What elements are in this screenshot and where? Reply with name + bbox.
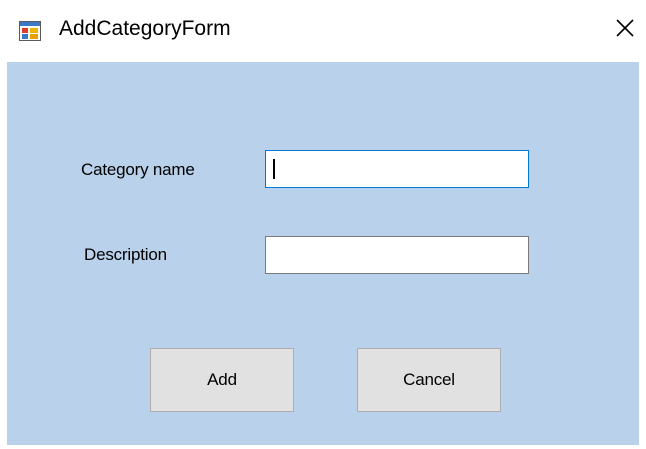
form-client-area: Category name Description Add Cancel xyxy=(7,62,639,445)
cancel-button[interactable]: Cancel xyxy=(357,348,501,412)
add-category-form-window: AddCategoryForm Category name Descriptio… xyxy=(0,0,646,449)
description-input[interactable] xyxy=(265,236,529,274)
text-caret xyxy=(273,159,275,179)
title-bar[interactable]: AddCategoryForm xyxy=(0,0,646,62)
window-title: AddCategoryForm xyxy=(59,17,231,40)
add-button[interactable]: Add xyxy=(150,348,294,412)
app-icon xyxy=(19,21,41,41)
description-label: Description xyxy=(84,245,167,264)
category-name-label: Category name xyxy=(81,160,195,179)
close-icon xyxy=(615,18,635,43)
close-button[interactable] xyxy=(612,16,638,44)
category-name-input[interactable] xyxy=(265,150,529,188)
